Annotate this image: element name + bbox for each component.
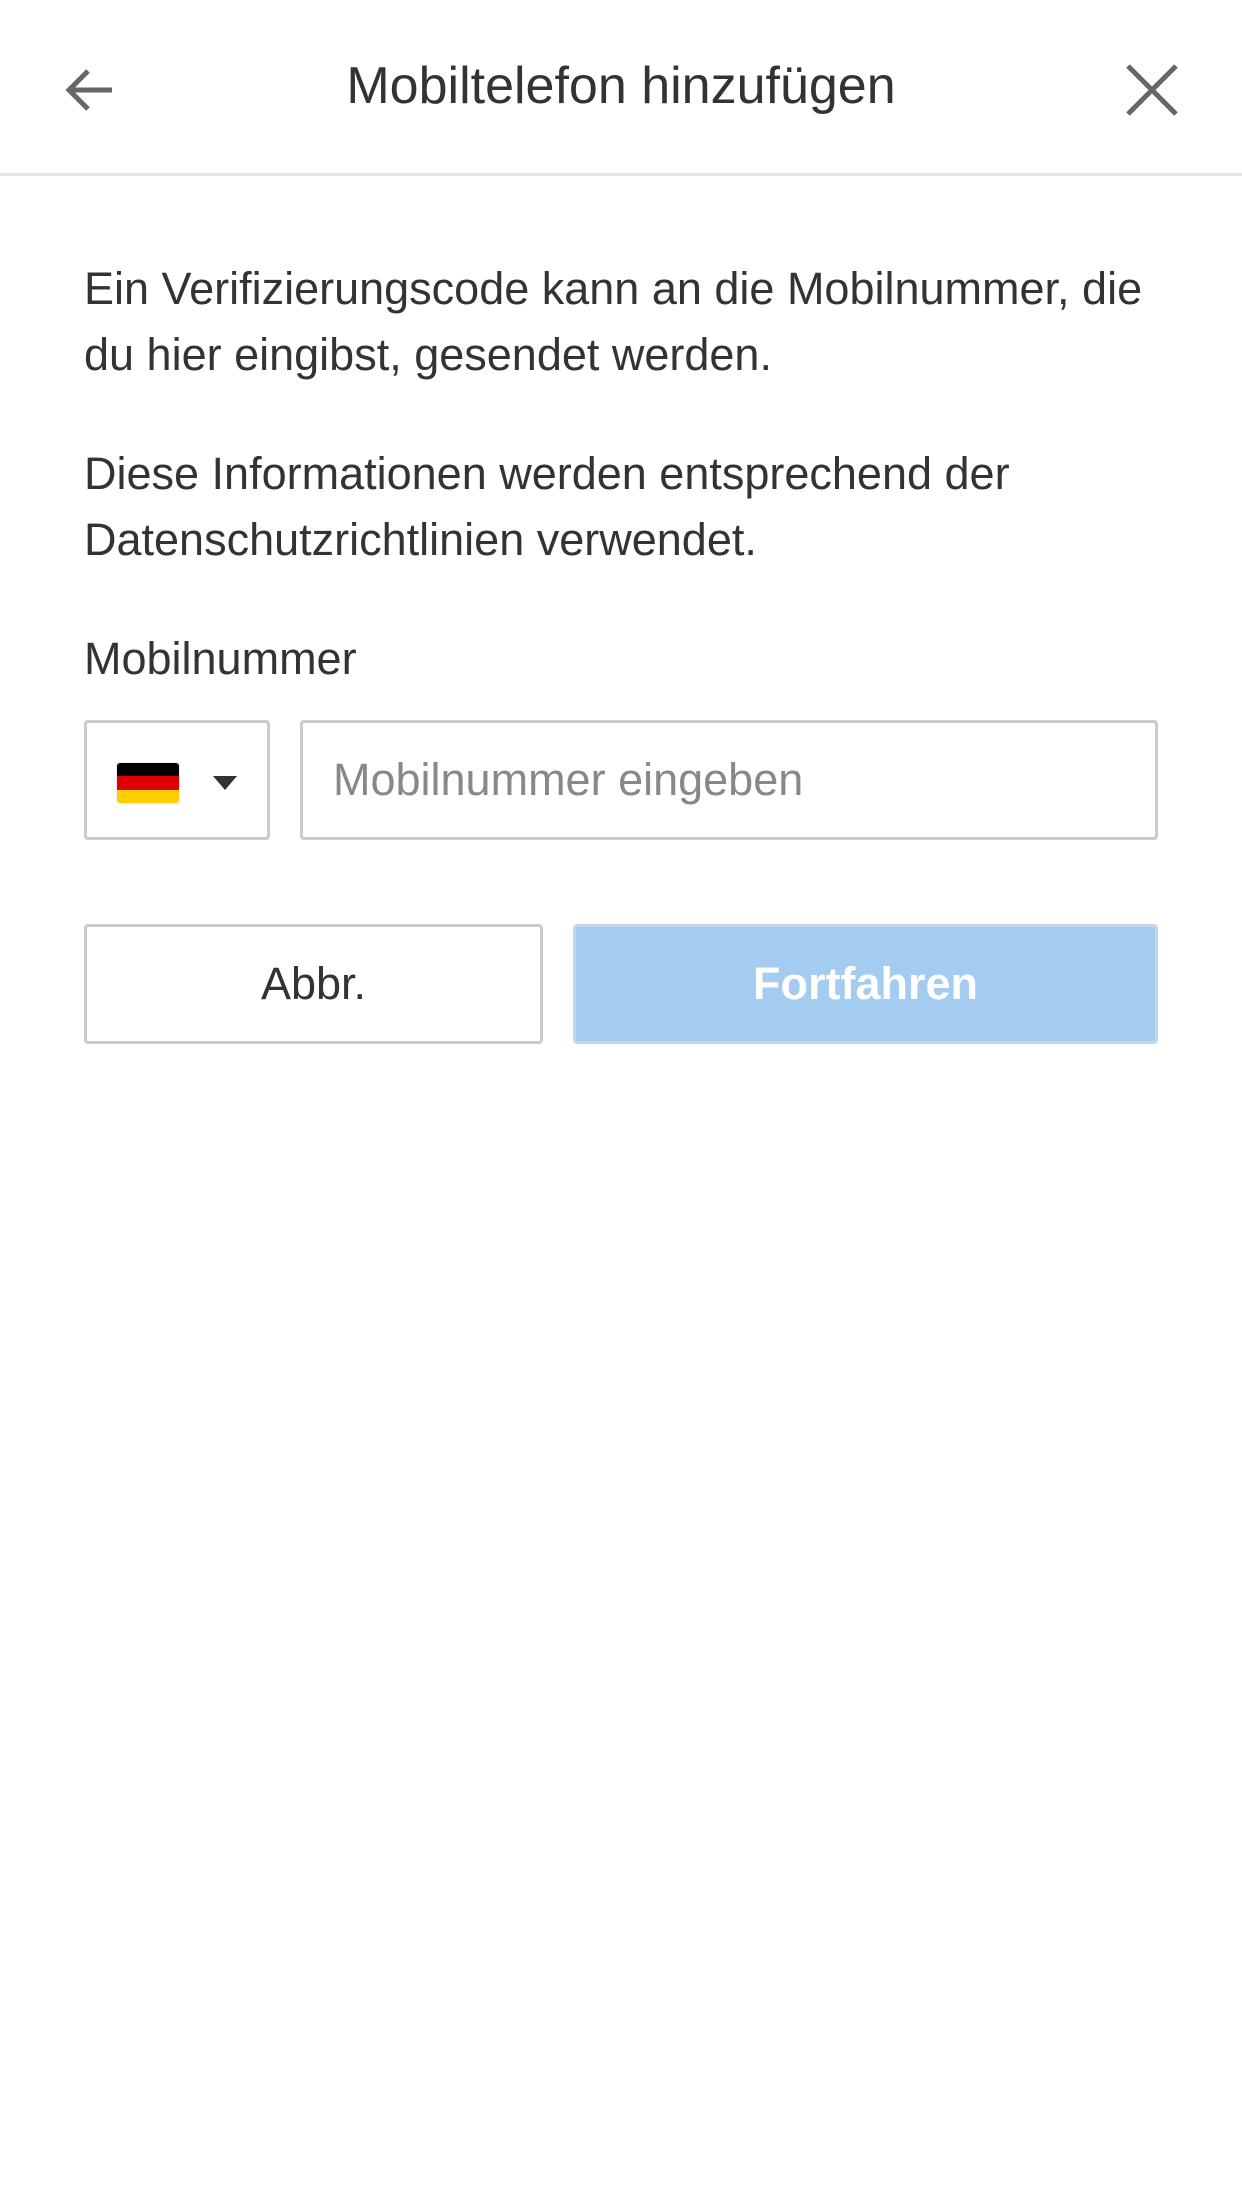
page-title: Mobiltelefon hinzufügen bbox=[346, 57, 896, 115]
cancel-button[interactable]: Abbr. bbox=[84, 924, 543, 1044]
privacy-info-text: Diese Informationen werden entsprechend … bbox=[84, 448, 1010, 565]
phone-number-input[interactable] bbox=[300, 720, 1158, 840]
phone-number-label: Mobilnummer bbox=[84, 633, 357, 684]
arrow-left-icon bbox=[65, 69, 112, 111]
header-bar: Mobiltelefon hinzufügen bbox=[0, 0, 1242, 176]
caret-down-icon bbox=[213, 776, 237, 790]
germany-flag-icon bbox=[117, 763, 179, 803]
country-code-select[interactable] bbox=[84, 720, 270, 840]
close-icon bbox=[1126, 64, 1178, 116]
continue-button[interactable]: Fortfahren bbox=[573, 924, 1158, 1044]
verification-info-text: Ein Verifizierungscode kann an die Mobil… bbox=[84, 263, 1143, 380]
back-button[interactable] bbox=[40, 40, 140, 140]
close-button[interactable] bbox=[1102, 40, 1202, 140]
